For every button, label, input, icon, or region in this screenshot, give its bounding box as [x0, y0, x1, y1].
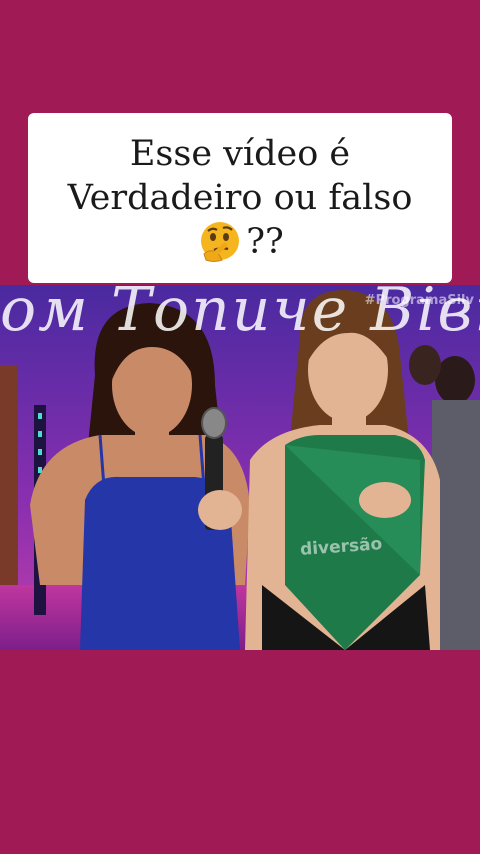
- caption-box: Esse vídeo é Verdadeiro ou falso ??: [28, 113, 452, 283]
- caption-line-3: ??: [196, 220, 284, 264]
- caption-line-2: Verdadeiro ou falso: [67, 178, 413, 218]
- thinking-face-emoji: [201, 222, 240, 262]
- audience-person: [435, 356, 475, 404]
- channel-watermark: #ProgramaSilv: [364, 293, 474, 308]
- caption-line-1: Esse vídeo é: [129, 134, 351, 174]
- caption-suffix: ??: [246, 222, 284, 262]
- bottom-background: [0, 650, 480, 854]
- video-frame[interactable]: ом Топиче Вівю #ProgramaSilv diversão: [0, 285, 480, 650]
